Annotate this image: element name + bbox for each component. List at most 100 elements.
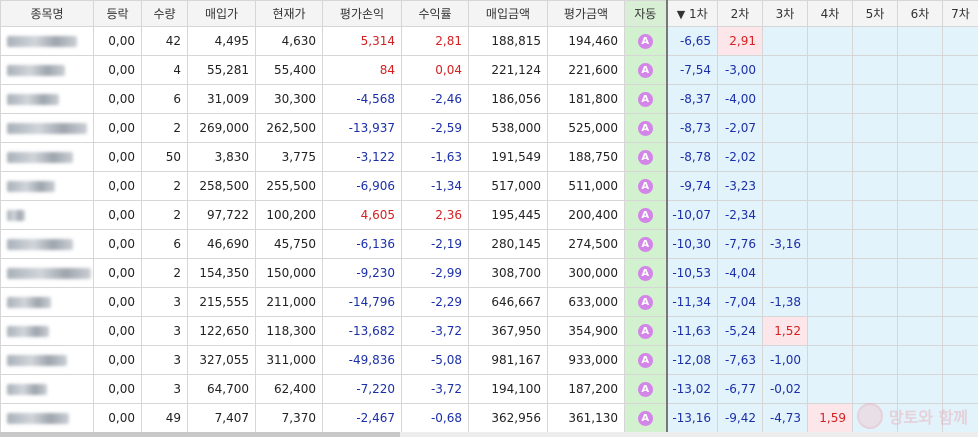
- stock-name-cell[interactable]: [0, 171, 94, 201]
- pnl-cell: -13,937: [322, 113, 402, 143]
- auto-badge-icon[interactable]: A: [637, 33, 653, 49]
- auto-cell[interactable]: A: [624, 200, 667, 230]
- stock-name-cell[interactable]: [0, 316, 94, 346]
- auto-badge-icon[interactable]: A: [637, 149, 653, 165]
- auto-badge-icon[interactable]: A: [637, 62, 653, 78]
- col-header-level-3[interactable]: 3차: [762, 0, 808, 27]
- auto-cell[interactable]: A: [624, 113, 667, 143]
- buy-amount-cell: 191,549: [468, 142, 548, 172]
- auto-cell[interactable]: A: [624, 26, 667, 56]
- level-7-cell: [942, 55, 978, 85]
- auto-cell[interactable]: A: [624, 55, 667, 85]
- table-row[interactable]: 0,00 50 3,830 3,775 -3,122 -1,63 191,549 188,75…: [0, 142, 978, 172]
- table-row[interactable]: 0,00 3 215,555 211,000 -14,796 -2,29 646,667 63…: [0, 287, 978, 317]
- table-row[interactable]: 0,00 3 327,055 311,000 -49,836 -5,08 981,167 93…: [0, 345, 978, 375]
- level-4-cell: [807, 55, 853, 85]
- col-header-level-4[interactable]: 4차: [807, 0, 853, 27]
- auto-badge-icon[interactable]: A: [637, 91, 653, 107]
- auto-cell[interactable]: A: [624, 84, 667, 114]
- auto-cell[interactable]: A: [624, 287, 667, 317]
- level-5-cell: [852, 84, 898, 114]
- pnl-cell: -4,568: [322, 84, 402, 114]
- col-header-return[interactable]: 수익률: [401, 0, 469, 27]
- eval-amount-cell: 511,000: [547, 171, 625, 201]
- col-header-level-1[interactable]: ▼ 1차: [665, 0, 718, 27]
- eval-amount-cell: 361,130: [547, 403, 625, 433]
- auto-badge-icon[interactable]: A: [637, 294, 653, 310]
- table-row[interactable]: 0,00 2 258,500 255,500 -6,906 -1,34 517,000 511…: [0, 171, 978, 201]
- table-row[interactable]: 0,00 6 46,690 45,750 -6,136 -2,19 280,145 274,5…: [0, 229, 978, 259]
- table-row[interactable]: 0,00 3 122,650 118,300 -13,682 -3,72 367,950 35…: [0, 316, 978, 346]
- scrollbar-thumb[interactable]: [0, 432, 400, 437]
- redacted-stock-name: [7, 297, 51, 308]
- stock-name-cell[interactable]: [0, 113, 94, 143]
- table-row[interactable]: 0,00 6 31,009 30,300 -4,568 -2,46 186,056 181,8…: [0, 84, 978, 114]
- col-header-qty[interactable]: 수량: [141, 0, 188, 27]
- change-cell: 0,00: [93, 258, 142, 288]
- level-2-cell: -7,04: [717, 287, 763, 317]
- horizontal-scrollbar[interactable]: [0, 432, 978, 437]
- auto-cell[interactable]: A: [624, 258, 667, 288]
- col-header-pnl[interactable]: 평가손익: [322, 0, 402, 27]
- stock-name-cell[interactable]: [0, 229, 94, 259]
- stock-name-cell[interactable]: [0, 287, 94, 317]
- buy-amount-cell: 367,950: [468, 316, 548, 346]
- table-row[interactable]: 0,00 2 97,722 100,200 4,605 2,36 195,445 200,40…: [0, 200, 978, 230]
- auto-cell[interactable]: A: [624, 374, 667, 404]
- stock-name-cell[interactable]: [0, 55, 94, 85]
- stock-name-cell[interactable]: [0, 200, 94, 230]
- buy-price-cell: 31,009: [187, 84, 256, 114]
- table-row[interactable]: 0,00 4 55,281 55,400 84 0,04 221,124 221,600 A -7…: [0, 55, 978, 85]
- auto-badge-icon[interactable]: A: [637, 381, 653, 397]
- auto-badge-icon[interactable]: A: [637, 265, 653, 281]
- col-header-buy-amount[interactable]: 매입금액: [468, 0, 548, 27]
- eval-amount-cell: 187,200: [547, 374, 625, 404]
- buy-price-cell: 97,722: [187, 200, 256, 230]
- auto-badge-icon[interactable]: A: [637, 352, 653, 368]
- table-row[interactable]: 0,00 42 4,495 4,630 5,314 2,81 188,815 194,460 A…: [0, 26, 978, 56]
- col-header-buy-price[interactable]: 매입가: [187, 0, 256, 27]
- auto-cell[interactable]: A: [624, 316, 667, 346]
- level-5-cell: [852, 403, 898, 433]
- stock-name-cell[interactable]: [0, 345, 94, 375]
- auto-cell[interactable]: A: [624, 229, 667, 259]
- stock-name-cell[interactable]: [0, 142, 94, 172]
- col-header-level-7[interactable]: 7차: [942, 0, 978, 27]
- col-header-auto[interactable]: 자동: [624, 0, 667, 27]
- stock-name-cell[interactable]: [0, 258, 94, 288]
- stock-name-cell[interactable]: [0, 403, 94, 433]
- level-2-cell: -2,07: [717, 113, 763, 143]
- table-row[interactable]: 0,00 3 64,700 62,400 -7,220 -3,72 194,100 187,2…: [0, 374, 978, 404]
- stock-name-cell[interactable]: [0, 26, 94, 56]
- auto-badge-icon[interactable]: A: [637, 323, 653, 339]
- auto-cell[interactable]: A: [624, 403, 667, 433]
- auto-badge-icon[interactable]: A: [637, 120, 653, 136]
- auto-cell[interactable]: A: [624, 142, 667, 172]
- col-header-level-6[interactable]: 6차: [897, 0, 943, 27]
- table-row[interactable]: 0,00 2 269,000 262,500 -13,937 -2,59 538,000 52…: [0, 113, 978, 143]
- col-header-eval-amount[interactable]: 평가금액: [547, 0, 625, 27]
- auto-badge-icon[interactable]: A: [637, 207, 653, 223]
- change-cell: 0,00: [93, 142, 142, 172]
- col-header-change[interactable]: 등락: [93, 0, 142, 27]
- auto-badge-icon[interactable]: A: [637, 236, 653, 252]
- eval-amount-cell: 188,750: [547, 142, 625, 172]
- stock-name-cell[interactable]: [0, 374, 94, 404]
- level-7-cell: [942, 171, 978, 201]
- auto-badge-icon[interactable]: A: [637, 178, 653, 194]
- level-5-cell: [852, 113, 898, 143]
- auto-cell[interactable]: A: [624, 171, 667, 201]
- auto-cell[interactable]: A: [624, 345, 667, 375]
- table-row[interactable]: 0,00 2 154,350 150,000 -9,230 -2,99 308,700 300…: [0, 258, 978, 288]
- col-header-cur-price[interactable]: 현재가: [255, 0, 323, 27]
- col-header-level-2[interactable]: 2차: [717, 0, 763, 27]
- auto-badge-icon[interactable]: A: [637, 410, 653, 426]
- return-cell: -2,46: [401, 84, 469, 114]
- col-header-level-5[interactable]: 5차: [852, 0, 898, 27]
- buy-amount-cell: 188,815: [468, 26, 548, 56]
- table-row[interactable]: 0,00 49 7,407 7,370 -2,467 -0,68 362,956 361,13…: [0, 403, 978, 433]
- cur-price-cell: 311,000: [255, 345, 323, 375]
- stock-name-cell[interactable]: [0, 84, 94, 114]
- pnl-cell: 5,314: [322, 26, 402, 56]
- col-header-name[interactable]: 종목명: [0, 0, 94, 27]
